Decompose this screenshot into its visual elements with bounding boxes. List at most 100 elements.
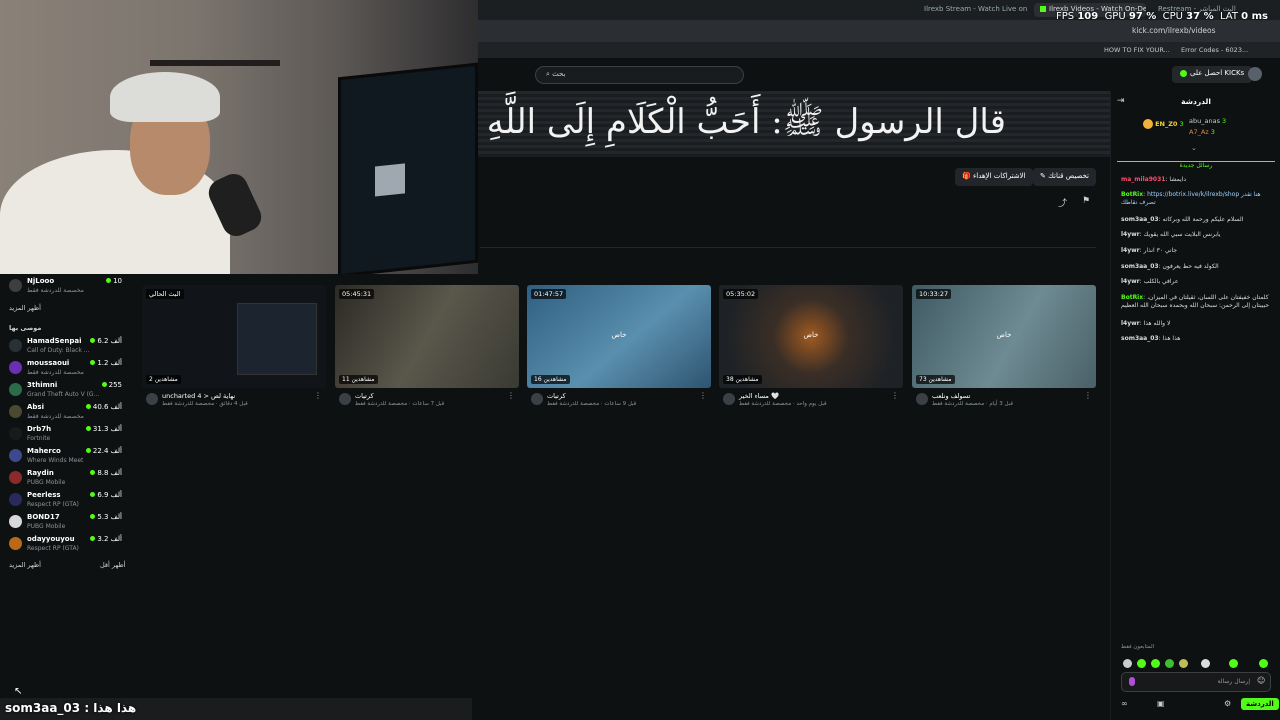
address-bar[interactable]: kick.com/ilrexb/videos [478, 20, 1280, 42]
channel-category: Fortnite [27, 435, 51, 442]
video-title[interactable]: كرتيات [355, 392, 374, 400]
chat-username[interactable]: l4ywr [1121, 247, 1140, 254]
expand-icon[interactable]: ⌄ [1191, 144, 1197, 152]
chat-username[interactable]: l4ywr [1121, 278, 1140, 285]
webcam-monitor [338, 62, 478, 274]
more-options-icon[interactable]: ⋮ [891, 391, 899, 400]
sidebar-item[interactable]: Maherco Where Winds Meet 22.4 ألف [7, 447, 122, 469]
video-thumbnail[interactable]: 05:35:02 خاص 38 مشاهدين [719, 285, 903, 388]
video-title[interactable]: مساء الخير 🤍 [739, 392, 779, 400]
top-gifter: abu_anas 3 [1189, 117, 1226, 125]
private-label: خاص [611, 331, 627, 339]
more-options-icon[interactable]: ⋮ [507, 391, 515, 400]
bookmarks-bar: HOW TO FIX YOUR... Error Codes - 6023... [478, 42, 1280, 58]
emote-icon[interactable] [1151, 659, 1160, 668]
more-options-icon[interactable]: ⋮ [699, 391, 707, 400]
send-chat-button[interactable]: الدردشة [1241, 698, 1279, 710]
channel-name: Raydin [27, 469, 54, 477]
sidebar-item[interactable]: moussaoui مخصصة للدردشة فقط 1.2 ألف [7, 359, 122, 381]
sidebar-item[interactable]: Drb7h Fortnite 31.3 ألف [7, 425, 122, 447]
video-meta: قبل يوم واحد · مخصصة للدردشة فقط [739, 401, 827, 407]
gpu-label: GPU [1104, 11, 1126, 22]
kick-icon [1040, 6, 1046, 12]
sidebar-item[interactable]: BOND17 PUBG Mobile 5.3 ألف [7, 513, 122, 535]
video-thumbnail[interactable]: البث الحالي 2 مشاهدين [142, 285, 326, 388]
settings-icon[interactable]: ∞ [1121, 699, 1128, 708]
chat-text: هذا هذا [1162, 335, 1181, 342]
video-thumbnail[interactable]: 05:45:31 11 مشاهدين [335, 285, 519, 388]
chat-username[interactable]: som3aa_03 [1121, 216, 1159, 223]
channel-category: PUBG Mobile [27, 523, 66, 530]
video-card[interactable]: 05:45:31 11 مشاهدين كرتيات قبل 7 ساعات ·… [335, 285, 519, 415]
emoji-icon[interactable]: ☺ [1257, 676, 1265, 685]
chat-username[interactable]: BotRix [1121, 191, 1143, 198]
chat-username[interactable]: ma_mila9031 [1121, 176, 1165, 183]
video-duration: 10:33:27 [916, 289, 952, 299]
video-duration: البث الحالي [146, 289, 184, 299]
get-kicks-button[interactable]: احصل على KICKs [1172, 66, 1253, 83]
chat-text: جاني ٣٠ انذار [1143, 247, 1178, 254]
sidebar-item[interactable]: Absi مخصصة للدردشة فقط 40.6 ألف [7, 403, 122, 425]
sidebar-item[interactable]: 3thimni Grand Theft Auto V (G... 255 [7, 381, 122, 403]
top-gifter: A7_Az 3 [1189, 128, 1215, 136]
video-meta: قبل 9 ساعات · مخصصة للدردشة فقط [547, 401, 637, 407]
chat-username[interactable]: l4ywr [1121, 231, 1140, 238]
chat-title: الدردشة [1181, 97, 1211, 106]
more-options-icon[interactable]: ⋮ [1084, 391, 1092, 400]
video-thumbnail[interactable]: 01:47:57 خاص 16 مشاهدين [527, 285, 711, 388]
video-duration: 05:45:31 [339, 289, 375, 299]
sidebar-item[interactable]: Raydin PUBG Mobile 8.8 ألف [7, 469, 122, 491]
viewer-count-value: 6.9 ألف [97, 491, 122, 499]
show-more-link[interactable]: أظهر المزيد [9, 304, 41, 312]
video-title[interactable]: كرتيات [547, 392, 566, 400]
video-title[interactable]: uncharted 4 > نهاية لص [162, 392, 235, 400]
show-less-link[interactable]: أظهر أقل [100, 561, 125, 569]
chat-input[interactable]: إرسال رسالة [1121, 672, 1271, 692]
gifter-count: 3 [1222, 117, 1227, 125]
search-input[interactable]: ⌕ بحث [535, 66, 744, 84]
report-icon[interactable]: ⚑ [1082, 196, 1090, 206]
bookmark-item[interactable]: Error Codes - 6023... [1181, 46, 1248, 54]
chat-username[interactable]: som3aa_03 [1121, 335, 1159, 342]
more-options-icon[interactable]: ⋮ [314, 391, 322, 400]
sidebar-item[interactable]: HamadSenpai Call of Duty: Black ... 6.2 أل… [7, 337, 122, 359]
video-card[interactable]: 05:35:02 خاص 38 مشاهدين مساء الخير 🤍 قبل… [719, 285, 903, 415]
user-avatar[interactable] [1248, 67, 1262, 81]
emote-icon[interactable] [1229, 659, 1238, 668]
sidebar-item-followed[interactable]: NjLooo مخصصة للدردشة فقط 10 [7, 277, 122, 299]
gear-icon[interactable]: ⚙ [1224, 699, 1231, 708]
live-dot-icon [90, 536, 96, 541]
sidebar-item[interactable]: Peerless Respect RP (GTA) 6.9 ألف [7, 491, 122, 513]
video-card[interactable]: 01:47:57 خاص 16 مشاهدين كرتيات قبل 9 ساع… [527, 285, 711, 415]
share-icon[interactable]: ⤴ [1058, 196, 1067, 209]
emote-icon[interactable] [1123, 659, 1132, 668]
browser-tab[interactable]: Ilrexb Stream - Watch Live on Kick [918, 3, 1028, 17]
thumbnail-screen [237, 303, 317, 375]
channel-name: Drb7h [27, 425, 52, 433]
gift-subs-button[interactable]: 🎁 الاشتراكات الإهداء [955, 168, 1033, 186]
cpu-value: 37 % [1186, 11, 1214, 22]
avatar [916, 393, 928, 405]
bookmark-item[interactable]: HOW TO FIX YOUR... [1104, 46, 1170, 54]
emote-icon[interactable] [1165, 659, 1174, 668]
emote-icon[interactable] [1137, 659, 1146, 668]
video-card[interactable]: 10:33:27 خاص 73 مشاهدين تسولف ونلعب قبل … [912, 285, 1096, 415]
customize-channel-button[interactable]: ✎ تخصيص قناتك [1033, 168, 1096, 186]
mic-icon[interactable] [1129, 677, 1135, 686]
emote-icon[interactable] [1201, 659, 1210, 668]
avatar [9, 427, 22, 440]
video-thumbnail[interactable]: 10:33:27 خاص 73 مشاهدين [912, 285, 1096, 388]
emote-icon[interactable] [1179, 659, 1188, 668]
avatar [9, 471, 22, 484]
show-more-link[interactable]: أظهر المزيد [9, 561, 41, 569]
emote-icon[interactable] [1259, 659, 1268, 668]
kicks-icon [1180, 69, 1187, 77]
live-dot-icon [85, 426, 91, 431]
chat-username[interactable]: l4ywr [1121, 320, 1140, 327]
chat-username[interactable]: som3aa_03 [1121, 263, 1159, 270]
video-card[interactable]: البث الحالي 2 مشاهدين uncharted 4 > نهاي… [142, 285, 326, 415]
chat-username[interactable]: BotRix [1121, 294, 1143, 301]
gift-icon[interactable]: ▣ [1157, 699, 1165, 708]
video-title[interactable]: تسولف ونلعب [932, 392, 970, 400]
sidebar-item[interactable]: odayyouyou Respect RP (GTA) 3.2 ألف [7, 535, 122, 557]
